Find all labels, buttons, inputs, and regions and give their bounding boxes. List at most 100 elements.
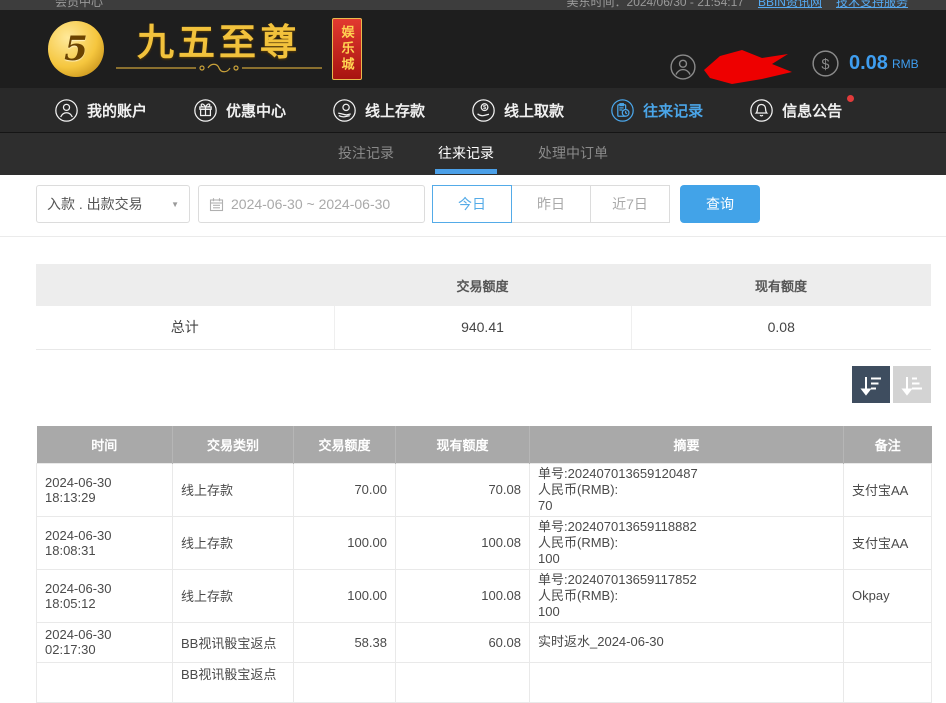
table-row: 2024-06-30 18:08:31 线上存款 100.00 100.08 单… — [37, 516, 932, 569]
main-nav: 我的账户 优惠中心 线上存款 $ 线上取 — [0, 88, 946, 133]
cell-remark — [844, 622, 932, 662]
sort-ascending-icon — [900, 373, 924, 397]
summary-total-current-amount: 0.08 — [631, 306, 931, 349]
bbin-info-link[interactable]: BBIN资讯网 — [758, 0, 822, 10]
sort-controls — [852, 366, 931, 403]
top-strip: 会员中心 美东时间：2024/06/30 - 21:54:17 BBIN资讯网 … — [0, 0, 946, 10]
quick-date-buttons: 今日 昨日 近7日 — [433, 185, 670, 223]
nav-item-online-deposit[interactable]: 线上存款 — [333, 99, 425, 122]
summary-header-empty — [36, 264, 334, 306]
nav-label: 往来记录 — [643, 100, 703, 121]
cell-remark: Okpay — [844, 569, 932, 622]
cell-balance: 100.08 — [396, 569, 530, 622]
date-range-value: 2024-06-30 ~ 2024-06-30 — [231, 196, 390, 212]
table-row: 2024-06-30 02:17:30 BB视讯骰宝返点 58.38 60.08… — [37, 622, 932, 662]
yesterday-button[interactable]: 昨日 — [511, 185, 591, 223]
balance-amount: 0.08 — [849, 52, 888, 75]
tech-support-link[interactable]: 技术支持服务 — [836, 0, 908, 10]
gift-icon — [194, 99, 217, 122]
nav-item-my-account[interactable]: 我的账户 — [55, 99, 147, 122]
table-row: 2024-06-30 18:05:12 线上存款 100.00 100.08 单… — [37, 569, 932, 622]
logo-monogram-icon: 5 — [48, 21, 104, 77]
search-button[interactable]: 查询 — [680, 185, 760, 223]
records-table: 时间 交易类别 交易额度 现有额度 摘要 备注 2024-06-30 18:13… — [36, 426, 932, 703]
cell-time: 2024-06-30 02:17:30 — [37, 622, 173, 662]
logo-flourish — [114, 62, 324, 74]
cell-summary — [530, 662, 844, 702]
transaction-type-select[interactable]: 入款 . 出款交易 ▼ — [36, 185, 190, 223]
caret-down-icon: ▼ — [171, 200, 179, 209]
server-time-label: 美东时间：2024/06/30 - 21:54:17 — [567, 0, 744, 10]
coin-icon: $ — [812, 50, 839, 77]
cell-balance: 100.08 — [396, 516, 530, 569]
cell-type: BB视讯骰宝返点 — [173, 662, 294, 702]
user-icon — [55, 99, 78, 122]
cell-type: 线上存款 — [173, 463, 294, 516]
summary-header-trade-amount: 交易额度 — [334, 264, 631, 306]
notification-dot — [847, 95, 854, 102]
cell-time: 2024-06-30 18:13:29 — [37, 463, 173, 516]
nav-label: 优惠中心 — [226, 100, 286, 121]
deposit-icon — [333, 99, 356, 122]
withdraw-icon: $ — [472, 99, 495, 122]
tab-transaction-records[interactable]: 往来记录 — [435, 133, 497, 175]
record-subtabs: 投注记录 往来记录 处理中订单 — [0, 133, 946, 175]
calendar-icon — [209, 197, 224, 212]
filter-bar: 入款 . 出款交易 ▼ 2024-06-30 ~ 2024-06-30 今日 昨… — [36, 185, 760, 223]
cell-summary: 实时返水_2024-06-30 — [530, 622, 844, 662]
nav-item-promotions[interactable]: 优惠中心 — [194, 99, 286, 122]
col-current-amount: 现有额度 — [396, 426, 530, 463]
sort-descending-button[interactable] — [852, 366, 890, 403]
section-divider — [0, 236, 946, 237]
cell-balance — [396, 662, 530, 702]
cell-balance: 60.08 — [396, 622, 530, 662]
nav-label: 我的账户 — [87, 100, 147, 121]
sort-descending-icon — [859, 373, 883, 397]
nav-item-online-withdrawal[interactable]: $ 线上取款 — [472, 99, 564, 122]
date-range-input[interactable]: 2024-06-30 ~ 2024-06-30 — [198, 185, 425, 223]
cell-type: BB视讯骰宝返点 — [173, 622, 294, 662]
col-type: 交易类别 — [173, 426, 294, 463]
table-row-partial: BB视讯骰宝返点 — [37, 662, 932, 702]
transaction-type-value: 入款 . 出款交易 — [47, 194, 143, 214]
cell-amount: 100.00 — [294, 569, 396, 622]
summary-total-label: 总计 — [36, 306, 334, 349]
cell-type: 线上存款 — [173, 569, 294, 622]
last7days-button[interactable]: 近7日 — [590, 185, 670, 223]
svg-text:$: $ — [821, 57, 829, 73]
summary-table: 交易额度 现有额度 总计 940.41 0.08 — [36, 264, 931, 350]
cell-time: 2024-06-30 18:05:12 — [37, 569, 173, 622]
site-header: 5 九五至尊 娱乐城 — [0, 10, 946, 88]
summary-total-row: 总计 940.41 0.08 — [36, 306, 931, 349]
col-remark: 备注 — [844, 426, 932, 463]
summary-header-current-amount: 现有额度 — [631, 264, 931, 306]
cell-amount: 58.38 — [294, 622, 396, 662]
nav-label: 线上存款 — [365, 100, 425, 121]
member-center-link[interactable]: 会员中心 — [55, 0, 103, 10]
balance-currency: RMB — [892, 57, 919, 71]
cell-amount — [294, 662, 396, 702]
tab-betting-records[interactable]: 投注记录 — [335, 133, 397, 175]
table-row: 2024-06-30 18:13:29 线上存款 70.00 70.08 单号:… — [37, 463, 932, 516]
balance-display[interactable]: $ 0.08 RMB — [812, 50, 919, 77]
avatar-icon[interactable] — [670, 54, 696, 80]
cell-summary: 单号:202407013659117852 人民币(RMB): 100 — [530, 569, 844, 622]
records-header-row: 时间 交易类别 交易额度 现有额度 摘要 备注 — [37, 426, 932, 463]
cell-time — [37, 662, 173, 702]
redacted-username-scribble — [704, 48, 796, 86]
site-logo[interactable]: 5 九五至尊 娱乐城 — [48, 18, 362, 80]
nav-label: 信息公告 — [782, 100, 842, 121]
tab-pending-orders[interactable]: 处理中订单 — [535, 133, 611, 175]
col-summary: 摘要 — [530, 426, 844, 463]
cell-remark — [844, 662, 932, 702]
sort-ascending-button[interactable] — [893, 366, 931, 403]
cell-summary: 单号:202407013659120487 人民币(RMB): 70 — [530, 463, 844, 516]
nav-item-transaction-records[interactable]: 往来记录 — [611, 99, 703, 122]
cell-remark: 支付宝AA — [844, 516, 932, 569]
nav-item-announcements[interactable]: 信息公告 — [750, 99, 842, 122]
col-time: 时间 — [37, 426, 173, 463]
cell-type: 线上存款 — [173, 516, 294, 569]
cell-time: 2024-06-30 18:08:31 — [37, 516, 173, 569]
summary-total-trade-amount: 940.41 — [334, 306, 631, 349]
today-button[interactable]: 今日 — [432, 185, 512, 223]
